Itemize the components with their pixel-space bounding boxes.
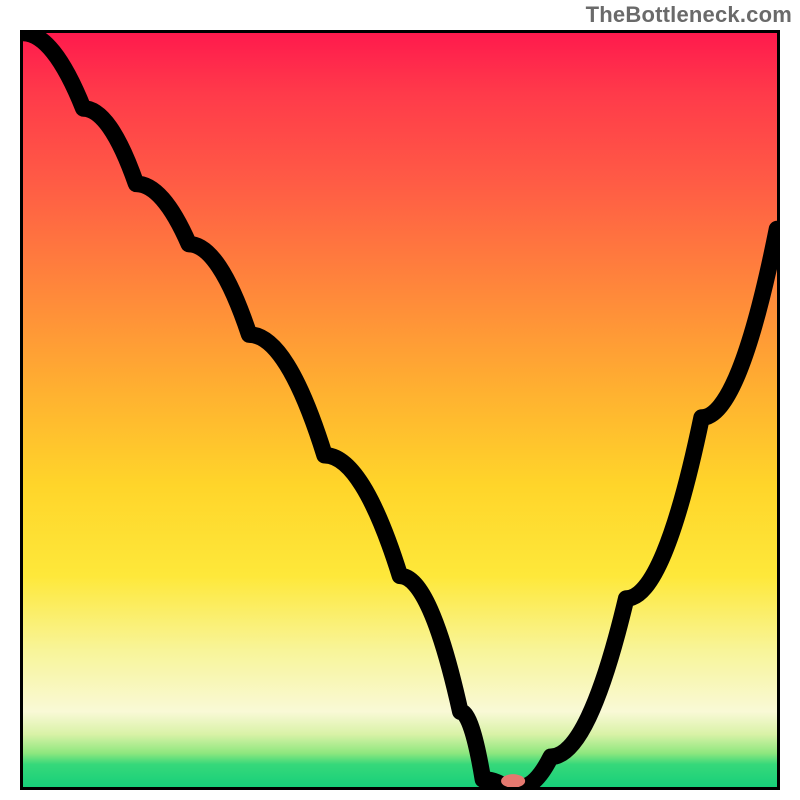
bottleneck-curve [23,33,777,787]
plot-frame [20,30,780,790]
minimum-marker [501,774,525,787]
plot-overlay [23,33,777,787]
chart-container: TheBottleneck.com [0,0,800,800]
watermark-text: TheBottleneck.com [586,2,792,28]
